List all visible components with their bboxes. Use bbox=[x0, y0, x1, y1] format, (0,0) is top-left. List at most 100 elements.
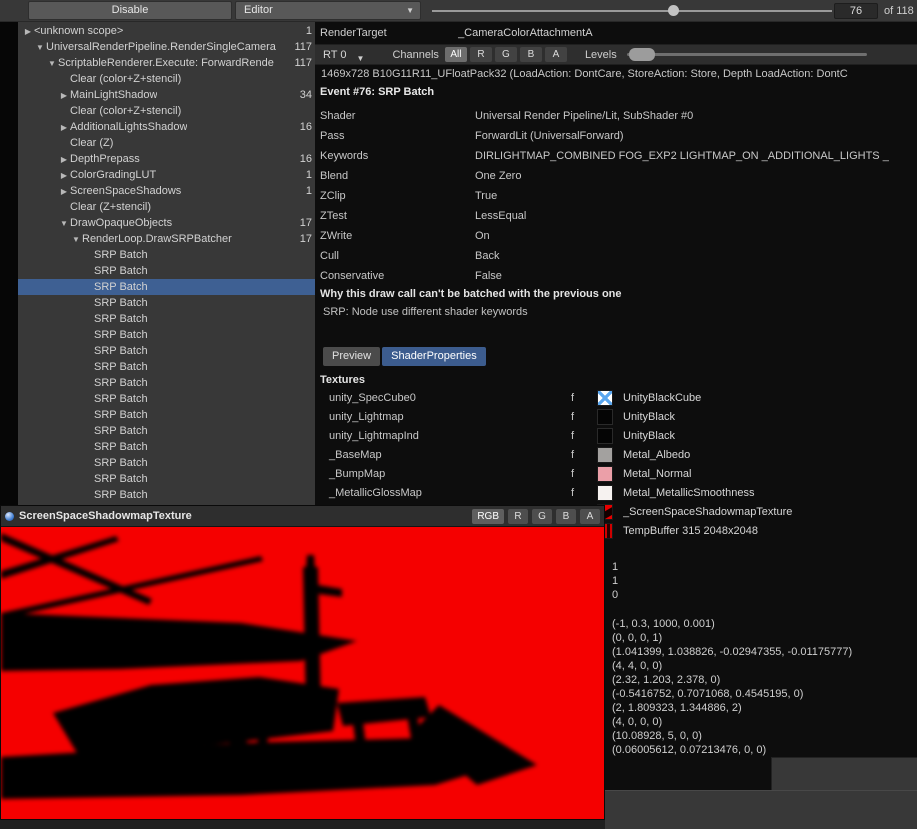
tree-row-count: 1 bbox=[156, 169, 312, 181]
tree-row-count: 17 bbox=[172, 217, 312, 229]
texture-flag: f bbox=[571, 449, 597, 461]
foldout-icon[interactable]: ▶ bbox=[58, 155, 70, 164]
tree-row[interactable]: ▼ UniversalRenderPipeline.RenderSingleCa… bbox=[18, 39, 315, 55]
tree-row[interactable]: ▶ MainLightShadow 34 bbox=[18, 87, 315, 103]
preview-channel-button[interactable]: RGB bbox=[472, 509, 504, 524]
foldout-icon[interactable]: ▼ bbox=[46, 59, 58, 68]
vector-value: (10.08928, 5, 0, 0) bbox=[612, 729, 852, 743]
render-target-value: _CameraColorAttachmentA bbox=[458, 27, 593, 39]
channel-button[interactable]: G bbox=[495, 47, 517, 62]
foldout-icon[interactable]: ▼ bbox=[70, 235, 82, 244]
texture-row[interactable]: unity_SpecCube0 f UnityBlackCube bbox=[315, 388, 917, 407]
event-slider[interactable] bbox=[432, 10, 832, 12]
levels-slider[interactable] bbox=[627, 53, 867, 56]
vector-value: (2, 1.809323, 1.344886, 2) bbox=[612, 701, 852, 715]
foldout-icon[interactable]: ▶ bbox=[58, 171, 70, 180]
window-corner-panel bbox=[771, 757, 917, 791]
tree-row[interactable]: SRP Batch bbox=[18, 311, 315, 327]
tree-row[interactable]: ▼ ScriptableRenderer.Execute: ForwardRen… bbox=[18, 55, 315, 71]
preview-channel-button[interactable]: A bbox=[580, 509, 600, 524]
property-row: Shader Universal Render Pipeline/Lit, Su… bbox=[320, 106, 915, 126]
property-row: Conservative False bbox=[320, 266, 915, 286]
render-target-row: RenderTarget _CameraColorAttachmentA bbox=[320, 27, 912, 39]
foldout-icon[interactable]: ▶ bbox=[58, 91, 70, 100]
tab[interactable]: Preview bbox=[323, 347, 380, 366]
tree-row[interactable]: ▼ RenderLoop.DrawSRPBatcher 17 bbox=[18, 231, 315, 247]
tab[interactable]: ShaderProperties bbox=[382, 347, 486, 366]
property-key: Conservative bbox=[320, 266, 475, 286]
batch-break-reason: SRP: Node use different shader keywords bbox=[323, 306, 528, 318]
preview-channel-button[interactable]: B bbox=[556, 509, 576, 524]
texture-row[interactable]: _MetallicGlossMap f Metal_MetallicSmooth… bbox=[315, 483, 917, 502]
batch-break-title: Why this draw call can't be batched with… bbox=[320, 288, 622, 300]
tree-row[interactable]: ▶ DepthPrepass 16 bbox=[18, 151, 315, 167]
tree-row-label: SRP Batch bbox=[94, 489, 148, 501]
preview-titlebar[interactable]: ScreenSpaceShadowmapTexture RGBRGBA bbox=[1, 506, 604, 527]
tree-row[interactable]: ▶ <unknown scope> 1 bbox=[18, 23, 315, 39]
tree-row[interactable]: SRP Batch bbox=[18, 455, 315, 471]
tree-row[interactable]: Clear (Z) bbox=[18, 135, 315, 151]
tree-row[interactable]: Clear (Z+stencil) bbox=[18, 199, 315, 215]
foldout-icon[interactable]: ▼ bbox=[34, 43, 46, 52]
texture-row[interactable]: unity_LightmapInd f UnityBlack bbox=[315, 426, 917, 445]
event-slider-thumb[interactable] bbox=[668, 5, 679, 16]
rt-index-dropdown[interactable]: RT 0 ▼ bbox=[323, 49, 368, 61]
preview-channel-button[interactable]: R bbox=[508, 509, 528, 524]
tree-row[interactable]: SRP Batch bbox=[18, 295, 315, 311]
channel-button[interactable]: B bbox=[520, 47, 542, 62]
tree-row[interactable]: SRP Batch bbox=[18, 359, 315, 375]
levels-label: Levels bbox=[585, 49, 617, 61]
texture-name: _MetallicGlossMap bbox=[315, 487, 571, 499]
texture-flag: f bbox=[571, 487, 597, 499]
disable-button[interactable]: Disable bbox=[28, 1, 232, 20]
target-selector-dropdown[interactable]: Editor ▼ bbox=[235, 1, 421, 20]
tree-row[interactable]: ▶ ColorGradingLUT 1 bbox=[18, 167, 315, 183]
levels-slider-thumb[interactable] bbox=[629, 48, 655, 61]
tree-row[interactable]: SRP Batch bbox=[18, 487, 315, 503]
tree-row[interactable]: SRP Batch bbox=[18, 423, 315, 439]
tree-row-count: 16 bbox=[187, 121, 312, 133]
texture-name: unity_LightmapInd bbox=[315, 430, 571, 442]
tree-row[interactable]: SRP Batch bbox=[18, 263, 315, 279]
channel-button[interactable]: R bbox=[470, 47, 492, 62]
tree-row-label: Clear (color+Z+stencil) bbox=[70, 73, 181, 85]
property-key: Keywords bbox=[320, 146, 475, 166]
foldout-icon[interactable]: ▶ bbox=[22, 27, 34, 36]
foldout-icon[interactable]: ▼ bbox=[58, 219, 70, 228]
preview-title: ScreenSpaceShadowmapTexture bbox=[19, 510, 472, 522]
event-number-field[interactable]: 76 bbox=[834, 3, 878, 19]
texture-value: _ScreenSpaceShadowmapTexture bbox=[623, 506, 917, 518]
tree-row[interactable]: ▶ ScreenSpaceShadows 1 bbox=[18, 183, 315, 199]
tree-row[interactable]: SRP Batch bbox=[18, 391, 315, 407]
texture-value: UnityBlackCube bbox=[623, 392, 917, 404]
preview-channel-button[interactable]: G bbox=[532, 509, 552, 524]
tree-row[interactable]: SRP Batch bbox=[18, 375, 315, 391]
tree-row[interactable]: SRP Batch bbox=[18, 279, 315, 295]
tree-row[interactable]: ▼ DrawOpaqueObjects 17 bbox=[18, 215, 315, 231]
float-value: 1 bbox=[612, 574, 618, 588]
tree-row[interactable]: SRP Batch bbox=[18, 247, 315, 263]
foldout-icon[interactable]: ▶ bbox=[58, 123, 70, 132]
tree-row[interactable]: Clear (color+Z+stencil) bbox=[18, 71, 315, 87]
texture-row[interactable]: _BaseMap f Metal_Albedo bbox=[315, 445, 917, 464]
channel-button[interactable]: All bbox=[445, 47, 467, 62]
tree-row-label: SRP Batch bbox=[94, 457, 148, 469]
tree-row[interactable]: SRP Batch bbox=[18, 327, 315, 343]
foldout-icon[interactable]: ▶ bbox=[58, 187, 70, 196]
tree-row-label: SRP Batch bbox=[94, 361, 148, 373]
texture-row[interactable]: _BumpMap f Metal_Normal bbox=[315, 464, 917, 483]
property-row: Keywords DIRLIGHTMAP_COMBINED FOG_EXP2 L… bbox=[320, 146, 915, 166]
texture-name: unity_SpecCube0 bbox=[315, 392, 571, 404]
tree-row[interactable]: SRP Batch bbox=[18, 439, 315, 455]
property-row: ZWrite On bbox=[320, 226, 915, 246]
tree-row[interactable]: ▶ AdditionalLightsShadow 16 bbox=[18, 119, 315, 135]
tree-row[interactable]: SRP Batch bbox=[18, 407, 315, 423]
tree-row[interactable]: SRP Batch bbox=[18, 343, 315, 359]
frame-debugger-window: Disable Editor ▼ 76 of 118 ▶ <unknown sc… bbox=[0, 0, 917, 829]
texture-thumbnail bbox=[597, 485, 613, 501]
channel-button[interactable]: A bbox=[545, 47, 567, 62]
tree-row[interactable]: SRP Batch bbox=[18, 471, 315, 487]
texture-row[interactable]: unity_Lightmap f UnityBlack bbox=[315, 407, 917, 426]
tree-row[interactable]: Clear (color+Z+stencil) bbox=[18, 103, 315, 119]
tree-row-label: UniversalRenderPipeline.RenderSingleCame… bbox=[46, 41, 276, 53]
